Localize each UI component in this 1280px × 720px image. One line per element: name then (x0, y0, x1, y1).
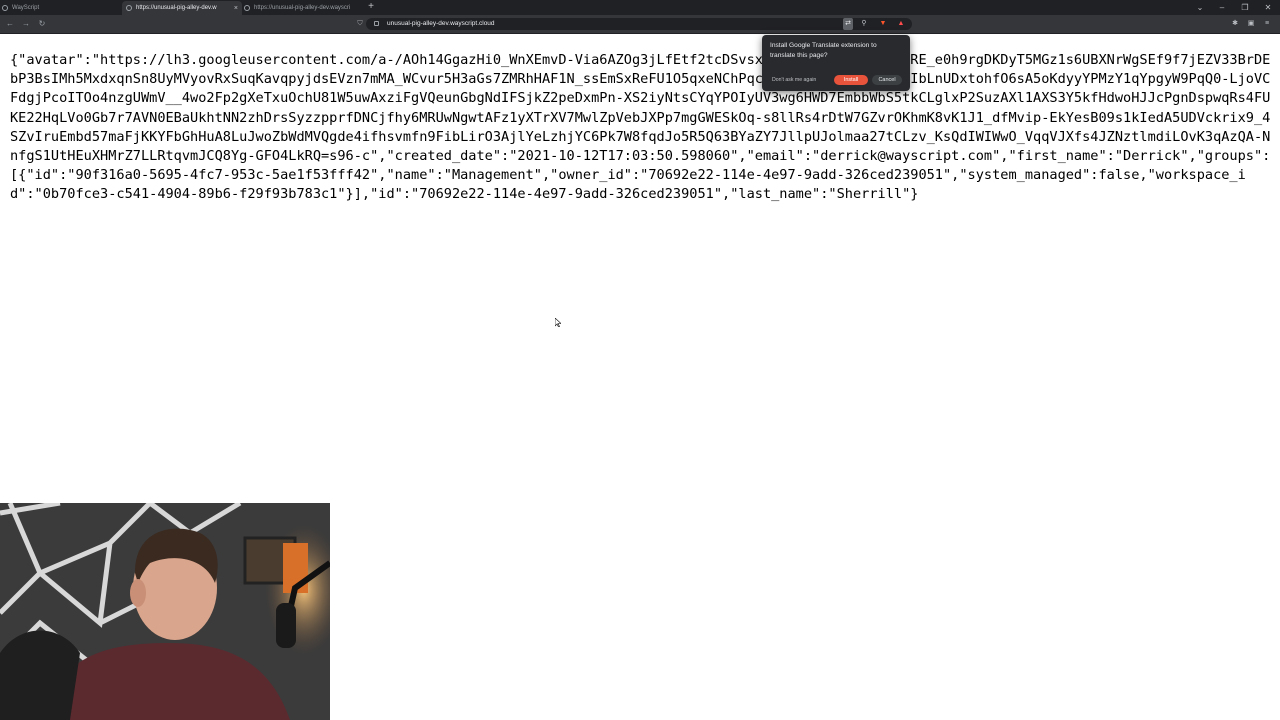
tab-strip: WayScript https://unusual-pig-alley-dev.… (0, 0, 1280, 15)
new-tab-button[interactable]: + (366, 1, 376, 13)
tab-active[interactable]: https://unusual-pig-alley-dev.w × (122, 1, 242, 15)
lock-icon[interactable] (374, 21, 379, 26)
tab-close-icon[interactable]: × (234, 5, 238, 12)
translate-icon[interactable]: ⇄ (843, 18, 853, 30)
tab-title: https://unusual-pig-alley-dev.w (136, 5, 217, 11)
install-button[interactable]: Install (834, 75, 868, 85)
extensions-icon[interactable]: ✱ (1230, 18, 1240, 30)
presenter-video-image (0, 503, 330, 720)
forward-icon[interactable]: → (19, 15, 33, 33)
address-url[interactable]: unusual-pig-alley-dev.wayscript.cloud (387, 18, 495, 30)
zoom-icon[interactable]: ⚲ (859, 18, 869, 30)
brave-shield-icon[interactable]: ▼ (878, 18, 888, 30)
sidebar-icon[interactable]: ▣ (1246, 18, 1256, 30)
tab-search-icon[interactable]: ⌄ (1190, 0, 1210, 15)
reload-icon[interactable]: ↻ (35, 15, 49, 33)
cancel-button[interactable]: Cancel (872, 75, 902, 85)
minimize-icon[interactable]: – (1212, 0, 1232, 15)
close-window-icon[interactable]: ✕ (1258, 0, 1278, 15)
translate-popup: Install Google Translate extension to tr… (762, 35, 910, 91)
tab-title: WayScript (12, 5, 40, 11)
tab-wayscript[interactable]: WayScript (2, 1, 120, 15)
webcam-overlay (0, 503, 330, 720)
back-icon[interactable]: ← (3, 15, 17, 33)
restore-icon[interactable]: ❐ (1235, 0, 1255, 15)
mouse-cursor-icon (555, 318, 561, 327)
bookmark-icon[interactable]: ⛉ (355, 18, 365, 30)
tab-favicon-icon (244, 5, 250, 11)
json-response-text: {"avatar":"https://lh3.googleusercontent… (10, 52, 1271, 203)
tab-title: https://unusual-pig-alley-dev.wayscri (254, 5, 351, 11)
tab-third[interactable]: https://unusual-pig-alley-dev.wayscri (244, 1, 362, 15)
menu-icon[interactable]: ≡ (1262, 18, 1272, 30)
tab-favicon-icon (126, 5, 132, 11)
translate-popup-message: Install Google Translate extension to tr… (770, 42, 877, 59)
tab-favicon-icon (2, 5, 8, 11)
rewards-icon[interactable]: ▲ (896, 18, 906, 30)
dont-ask-again-button[interactable]: Don't ask me again (772, 75, 816, 85)
